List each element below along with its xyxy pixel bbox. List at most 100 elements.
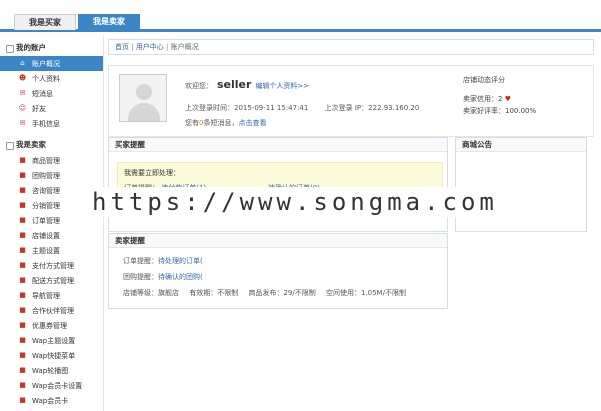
- order-icon: ■: [19, 216, 26, 224]
- sidebar-item-wap-card[interactable]: ■ Wap会员卡设置: [0, 378, 103, 393]
- sidebar-item-home[interactable]: ⌂ 账户概况: [0, 56, 103, 71]
- login-info: 上次登录时间：2015-09-11 15:47:41 上次登录 IP：222.9…: [185, 103, 419, 113]
- sidebar-item-label: 店铺设置: [32, 231, 60, 240]
- sidebar-item-label: 导航管理: [32, 291, 60, 300]
- wap-slide-icon: ■: [19, 366, 26, 374]
- edit-profile-link[interactable]: 编辑个人资料>>: [255, 82, 309, 90]
- sidebar-item-label: 合作伙伴管理: [32, 306, 74, 315]
- sidebar-item-partner[interactable]: ■ 合作伙伴管理: [0, 303, 103, 318]
- sidebar-item-message[interactable]: ✉ 短消息: [0, 86, 103, 101]
- top-bar: 我是买家 我是卖家: [0, 0, 601, 32]
- sidebar-item-shop[interactable]: ■ 店铺设置: [0, 228, 103, 243]
- sidebar-item-wap-menu[interactable]: ■ Wap快捷菜单: [0, 348, 103, 363]
- shop-level-value: 旗舰店: [158, 289, 179, 297]
- breadcrumb-home[interactable]: 首页: [115, 43, 129, 51]
- welcome-label: 欢迎您：: [185, 82, 213, 90]
- sidebar-item-label: 支付方式管理: [32, 261, 74, 270]
- rating-title: 店铺动态评分: [463, 76, 505, 84]
- sidebar-item-delivery[interactable]: ■ 配送方式管理: [0, 273, 103, 288]
- goods-icon: ■: [19, 156, 26, 164]
- seller-order-label: 订单提醒：: [123, 257, 158, 265]
- pending-group-link[interactable]: 待确认的团购(: [158, 273, 203, 281]
- sidebar-item-payment[interactable]: ■ 支付方式管理: [0, 258, 103, 273]
- mail-icon: ✉: [19, 119, 26, 127]
- sidebar-item-label: 分销管理: [32, 201, 60, 210]
- wap-member-icon: ■: [19, 396, 26, 404]
- notice-post: 条短消息，: [203, 119, 239, 127]
- shop-stats-row: 店铺等级：旗舰店 有效期：不限制 商品发布：29/不限制 空间使用：1.05M/…: [123, 288, 406, 298]
- sidebar-item-wap-slide[interactable]: ■ Wap轮播图: [0, 363, 103, 378]
- delivery-icon: ■: [19, 276, 26, 284]
- consult-icon: ■: [19, 186, 26, 194]
- sidebar-item-label: 咨询管理: [32, 186, 60, 195]
- sidebar-item-label: 主题设置: [32, 246, 60, 255]
- partner-icon: ■: [19, 306, 26, 314]
- sidebar-item-nav[interactable]: ■ 导航管理: [0, 288, 103, 303]
- validity-value: 不限制: [217, 289, 239, 297]
- seller-credit: 卖家信用：2 ♥: [463, 93, 589, 105]
- sidebar-item-group[interactable]: ■ 团购管理: [0, 168, 103, 183]
- sidebar-item-wap-theme[interactable]: ■ Wap主题设置: [0, 333, 103, 348]
- person-icon: ☻: [18, 74, 27, 82]
- sidebar-item-theme[interactable]: ■ 主题设置: [0, 243, 103, 258]
- payment-icon: ■: [19, 261, 26, 269]
- seller-praise: 卖家好评率：100.00%: [463, 105, 589, 117]
- sidebar-item-wap-member[interactable]: ■ Wap会员卡: [0, 393, 103, 408]
- sidebar-item-label: 短消息: [32, 89, 53, 98]
- last-login-label: 上次登录时间：: [185, 104, 234, 112]
- sidebar: 我的账户 ⌂ 账户概况 ☻ 个人资料 ✉ 短消息 ☺ 好友 ✉ 手机信息 我是卖家 ■ 商品管理 ■ 团…: [0, 35, 104, 411]
- publish-label: 商品发布：: [248, 289, 284, 297]
- credit-label: 卖家信用：: [463, 95, 498, 103]
- seller-order-row: 订单提醒：待处理的订单(: [123, 256, 203, 266]
- sidebar-item-friends[interactable]: ☺ 好友: [0, 101, 103, 116]
- sidebar-item-label: Wap会员卡设置: [32, 381, 83, 390]
- sidebar-item-mail[interactable]: ✉ 手机信息: [0, 116, 103, 131]
- message-notice: 您有0条短消息，点击查看: [185, 118, 266, 128]
- sidebar-item-label: 优惠券管理: [32, 321, 67, 330]
- main-content: 首页 | 用户中心 | 账户概况 欢迎您： seller 编辑个人资料>> 上次登录…: [108, 35, 601, 411]
- profile-panel: 欢迎您： seller 编辑个人资料>> 上次登录时间：2015-09-11 15:…: [108, 65, 594, 137]
- sidebar-item-label: 账户概况: [32, 59, 60, 68]
- sidebar-item-label: 好友: [32, 104, 46, 113]
- buyer-reminder-panel: 买家提醒 我需要立即处理： 订单提醒： 待付款订单(1) 待确认的订单(0): [108, 137, 448, 232]
- shop-icon: ■: [19, 231, 26, 239]
- tab-buyer[interactable]: 我是买家: [14, 14, 76, 30]
- sidebar-item-label: 团购管理: [32, 171, 60, 180]
- last-ip-label: 上次登录 IP：: [324, 104, 369, 112]
- space-value: 1.05M/不限制: [360, 289, 406, 297]
- notice-pre: 您有: [185, 119, 199, 127]
- sidebar-group-account: 我的账户: [0, 40, 103, 56]
- sidebar-item-label: 个人资料: [32, 74, 60, 83]
- breadcrumb: 首页 | 用户中心 | 账户概况: [108, 39, 594, 55]
- pending-process-link[interactable]: 待处理的订单(: [158, 257, 203, 265]
- coupon-icon: ■: [19, 321, 26, 329]
- shop-rating: 店铺动态评分 卖家信用：2 ♥ 卖家好评率：100.00%: [463, 74, 589, 117]
- mall-notice-panel: 商城公告: [455, 137, 587, 232]
- friends-icon: ☺: [18, 104, 27, 112]
- last-ip-value: 222.93.160.20: [368, 104, 420, 112]
- sidebar-item-coupon[interactable]: ■ 优惠券管理: [0, 318, 103, 333]
- distribution-icon: ■: [19, 201, 26, 209]
- username: seller: [217, 78, 252, 91]
- watermark-text: https://www.songma.com: [88, 187, 528, 217]
- group-icon: ■: [19, 171, 26, 179]
- theme-icon: ■: [19, 246, 26, 254]
- sidebar-item-goods[interactable]: ■ 商品管理: [0, 153, 103, 168]
- seller-reminder-title: 卖家提醒: [109, 234, 447, 248]
- sidebar-item-label: 订单管理: [32, 216, 60, 225]
- breadcrumb-center[interactable]: 用户中心: [136, 43, 164, 51]
- nav-icon: ■: [19, 291, 26, 299]
- praise-label: 卖家好评率：: [463, 107, 505, 115]
- sidebar-item-person[interactable]: ☻ 个人资料: [0, 71, 103, 86]
- breadcrumb-current: 账户概况: [170, 43, 199, 51]
- tab-seller[interactable]: 我是卖家: [78, 14, 140, 30]
- welcome-line: 欢迎您： seller 编辑个人资料>>: [185, 78, 309, 91]
- seller-reminder-panel: 卖家提醒 订单提醒：待处理的订单( 团购提醒：待确认的团购( 店铺等级：旗舰店 …: [108, 233, 448, 309]
- home-icon: ⌂: [20, 59, 25, 67]
- sidebar-group-seller: 我是卖家: [0, 137, 103, 153]
- buyer-reminder-title: 买家提醒: [109, 138, 447, 152]
- buyer-tip-title: 我需要立即处理：: [124, 169, 180, 177]
- sidebar-item-label: Wap会员卡: [32, 396, 69, 405]
- sidebar-item-label: Wap轮播图: [32, 366, 69, 375]
- view-messages-link[interactable]: 点击查看: [238, 119, 266, 127]
